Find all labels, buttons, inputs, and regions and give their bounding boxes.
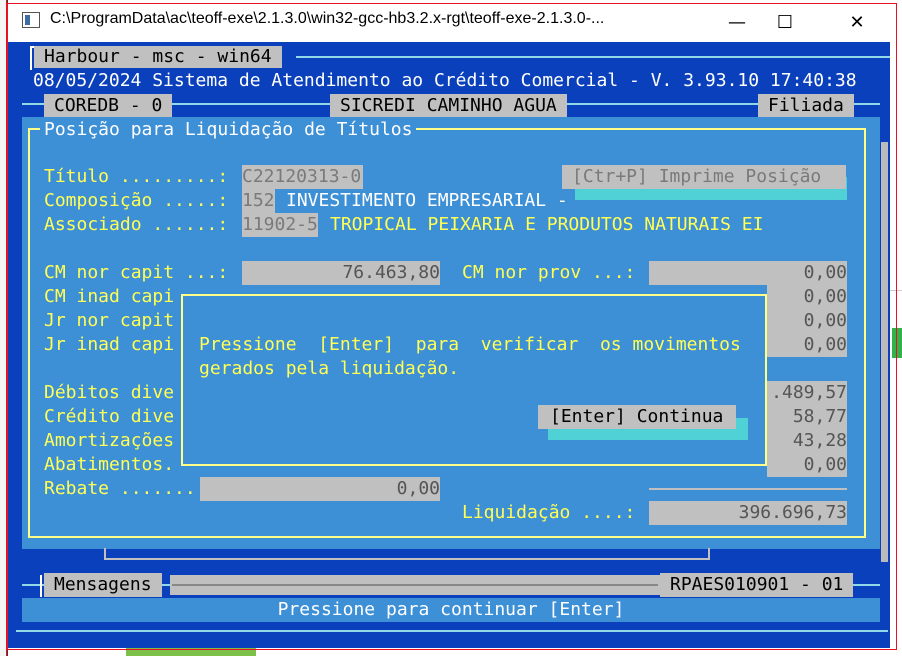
messages-frame-left — [40, 575, 42, 597]
continue-button[interactable]: [Enter] Continua — [538, 405, 736, 429]
maximize-icon: ☐ — [776, 11, 794, 33]
composicao-name: INVESTIMENTO EMPRESARIAL - — [286, 190, 568, 211]
panel-title: Posição para Liquidação de Títulos — [40, 118, 417, 142]
minimize-button[interactable]: — — [714, 4, 760, 40]
program-code: RPAES010901 - 01 — [660, 573, 854, 597]
tab-line — [296, 56, 890, 58]
jr-inad-capi-label: Jr inad capi — [44, 334, 175, 355]
debitos-label: Débitos dive — [44, 382, 175, 403]
jr-inad-capi-field[interactable]: 0,00 — [767, 333, 847, 357]
jr-nor-capit-field[interactable]: 0,00 — [767, 309, 847, 333]
associado-label: Associado ......: — [44, 214, 229, 235]
associado-code-field[interactable]: 11902-5 — [242, 213, 318, 237]
console-app-icon[interactable] — [22, 12, 40, 28]
composicao-label: Composição .....: — [44, 190, 229, 211]
dialog-message-line2: gerados pela liquidação. — [199, 358, 460, 379]
amortizacoes-label: Amortizações — [44, 430, 175, 451]
system-header: 08/05/2024 Sistema de Atendimento ao Cré… — [33, 70, 857, 91]
rebate-field[interactable]: 0,00 — [200, 477, 440, 501]
cm-nor-prov-label: CM nor prov ...: — [462, 262, 636, 283]
console-tab[interactable]: Harbour - msc - win64 — [34, 46, 282, 68]
liquidacao-field[interactable]: 396.696,73 — [649, 501, 847, 525]
dialog-message-line1: Pressione [Enter] para verificar os movi… — [199, 334, 741, 355]
jr-nor-capit-label: Jr nor capit — [44, 310, 175, 331]
panel-bottom-bracket — [104, 548, 710, 560]
titulo-label: Título .........: — [44, 166, 229, 187]
console-bottom-line — [16, 630, 888, 632]
close-button[interactable]: ✕ — [834, 4, 880, 40]
cm-nor-capit-field[interactable]: 76.463,80 — [242, 261, 440, 285]
status-text: Pressione para continuar [Enter] — [277, 599, 625, 620]
panel-scrollbar[interactable] — [881, 142, 888, 562]
cm-inad-capi-label: CM inad capi — [44, 286, 175, 307]
minimize-icon: — — [728, 11, 746, 33]
window-title: C:\ProgramData\ac\teoff-exe\2.1.3.0\win3… — [50, 10, 605, 27]
abatimentos-field[interactable]: 0,00 — [767, 453, 847, 477]
background-app-left-red — [0, 0, 7, 656]
titulo-field[interactable]: C22120313-0 — [242, 165, 364, 189]
cm-inad-capi-field[interactable]: 0,00 — [767, 285, 847, 309]
associado-name: TROPICAL PEIXARIA E PRODUTOS NATURAIS EI — [330, 214, 764, 235]
amortizacoes-field[interactable]: 43,28 — [767, 429, 847, 453]
composicao-code-field[interactable]: 152 — [242, 189, 275, 213]
cm-nor-capit-label: CM nor capit ...: — [44, 262, 229, 283]
close-icon: ✕ — [849, 11, 865, 33]
messages-track-line — [172, 584, 658, 586]
debitos-field[interactable]: .489,57 — [767, 381, 847, 405]
print-button[interactable]: [Ctr+P] Imprime Posição — [562, 165, 846, 189]
liquidacao-label: Liquidação ....: — [462, 502, 636, 523]
messages-label: Mensagens — [44, 573, 162, 597]
maximize-button[interactable]: ☐ — [762, 4, 808, 40]
cm-nor-prov-field[interactable]: 0,00 — [649, 261, 847, 285]
cooperative-label: SICREDI CAMINHO AGUA — [330, 94, 567, 118]
abatimentos-label: Abatimentos. — [44, 454, 175, 475]
coredb-label: COREDB - 0 — [44, 94, 173, 118]
creditos-field[interactable]: 58,77 — [767, 405, 847, 429]
branch-label: Filiada — [758, 94, 854, 118]
creditos-label: Crédito dive — [44, 406, 175, 427]
rebate-line — [649, 488, 847, 490]
